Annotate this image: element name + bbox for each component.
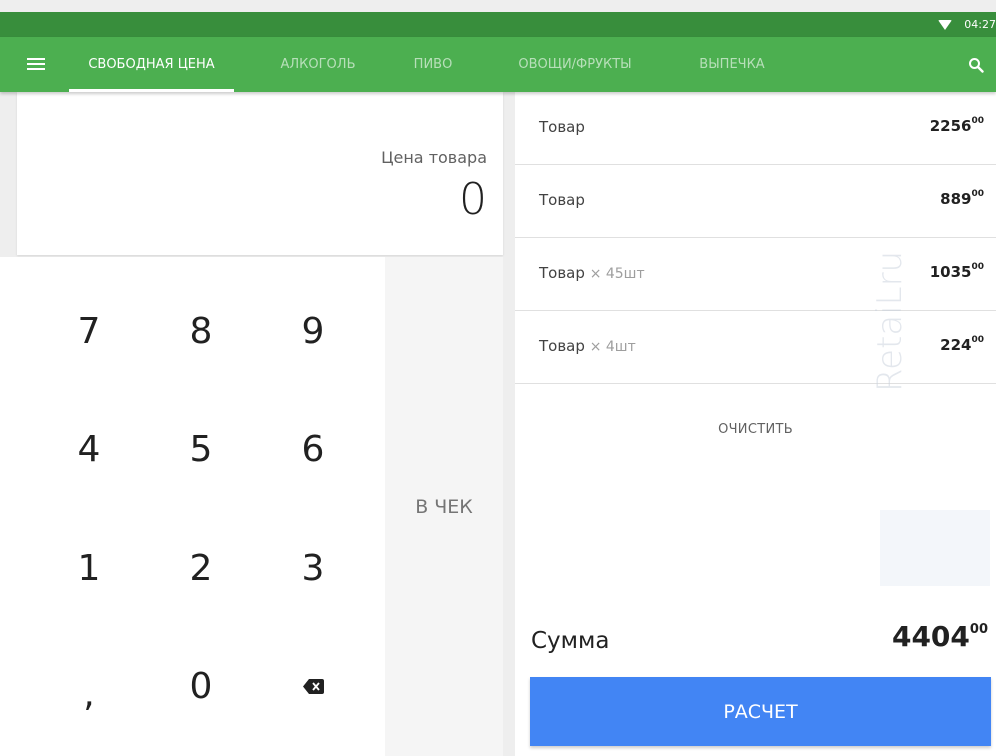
tab-vegetables-fruits[interactable]: ОВОЩИ/ФРУКТЫ (500, 37, 650, 92)
key-8[interactable]: 8 (145, 272, 257, 390)
receipt-item[interactable]: Товар × 45шт 103500 (515, 238, 996, 311)
total-amount: 4404 (891, 620, 970, 653)
watermark-logo (880, 510, 990, 586)
key-2[interactable]: 2 (145, 509, 257, 627)
tab-beer[interactable]: ПИВО (400, 37, 466, 92)
total-value: 440400 (892, 620, 988, 653)
key-4[interactable]: 4 (33, 390, 145, 508)
add-to-receipt-button[interactable]: В ЧЕК (385, 257, 503, 756)
item-name: Товар (539, 191, 585, 209)
price-label: Цена товара (381, 148, 487, 167)
item-name: Товар (539, 118, 585, 136)
toolbar: СВОБОДНАЯ ЦЕНА АЛКОГОЛЬ ПИВО ОВОЩИ/ФРУКТ… (0, 37, 996, 92)
watermark-text: RetaiLru (870, 250, 910, 392)
item-cents: 00 (971, 189, 984, 199)
receipt-panel: Товар 225600 Товар 88900 Товар × 45шт 10… (515, 92, 996, 756)
price-display: Цена товара 0 (17, 92, 503, 255)
pay-button[interactable]: РАСЧЕТ (530, 677, 991, 746)
receipt-item[interactable]: Товар 225600 (515, 92, 996, 165)
key-3[interactable]: 3 (257, 509, 369, 627)
key-6[interactable]: 6 (257, 390, 369, 508)
item-cents: 00 (971, 116, 984, 126)
key-7[interactable]: 7 (33, 272, 145, 390)
clear-button[interactable]: ОЧИСТИТЬ (515, 422, 996, 437)
key-9[interactable]: 9 (257, 272, 369, 390)
backspace-button[interactable] (257, 627, 369, 745)
search-icon[interactable] (968, 57, 984, 73)
tab-free-price[interactable]: СВОБОДНАЯ ЦЕНА (69, 37, 234, 92)
item-quantity: × 4шт (589, 339, 636, 355)
item-name: Товар (539, 264, 585, 282)
menu-icon[interactable] (27, 57, 45, 71)
item-quantity: × 45шт (589, 266, 645, 282)
status-bar: 04:27 (0, 12, 996, 37)
backspace-icon (302, 678, 324, 694)
key-comma[interactable]: , (33, 627, 145, 745)
item-cents: 00 (971, 335, 984, 345)
item-cents: 00 (971, 262, 984, 272)
item-name: Товар (539, 337, 585, 355)
item-price: 224 (940, 336, 972, 354)
item-price: 889 (940, 190, 972, 208)
app-screen: 04:27 СВОБОДНАЯ ЦЕНА АЛКОГОЛЬ ПИВО ОВОЩИ… (0, 0, 996, 756)
key-5[interactable]: 5 (145, 390, 257, 508)
status-time: 04:27 (964, 18, 996, 31)
key-0[interactable]: 0 (145, 627, 257, 745)
tab-alcohol[interactable]: АЛКОГОЛЬ (266, 37, 370, 92)
price-value: 0 (459, 174, 487, 225)
item-price: 1035 (929, 263, 972, 281)
wifi-icon (938, 20, 952, 30)
item-price: 2256 (929, 117, 972, 135)
tab-bakery[interactable]: ВЫПЕЧКА (682, 37, 782, 92)
total-cents: 00 (969, 622, 988, 637)
total-label: Сумма (531, 628, 610, 654)
keypad: 7 8 9 4 5 6 1 2 3 , 0 (0, 257, 385, 756)
key-1[interactable]: 1 (33, 509, 145, 627)
receipt-item[interactable]: Товар 88900 (515, 165, 996, 238)
receipt-item[interactable]: Товар × 4шт 22400 (515, 311, 996, 384)
